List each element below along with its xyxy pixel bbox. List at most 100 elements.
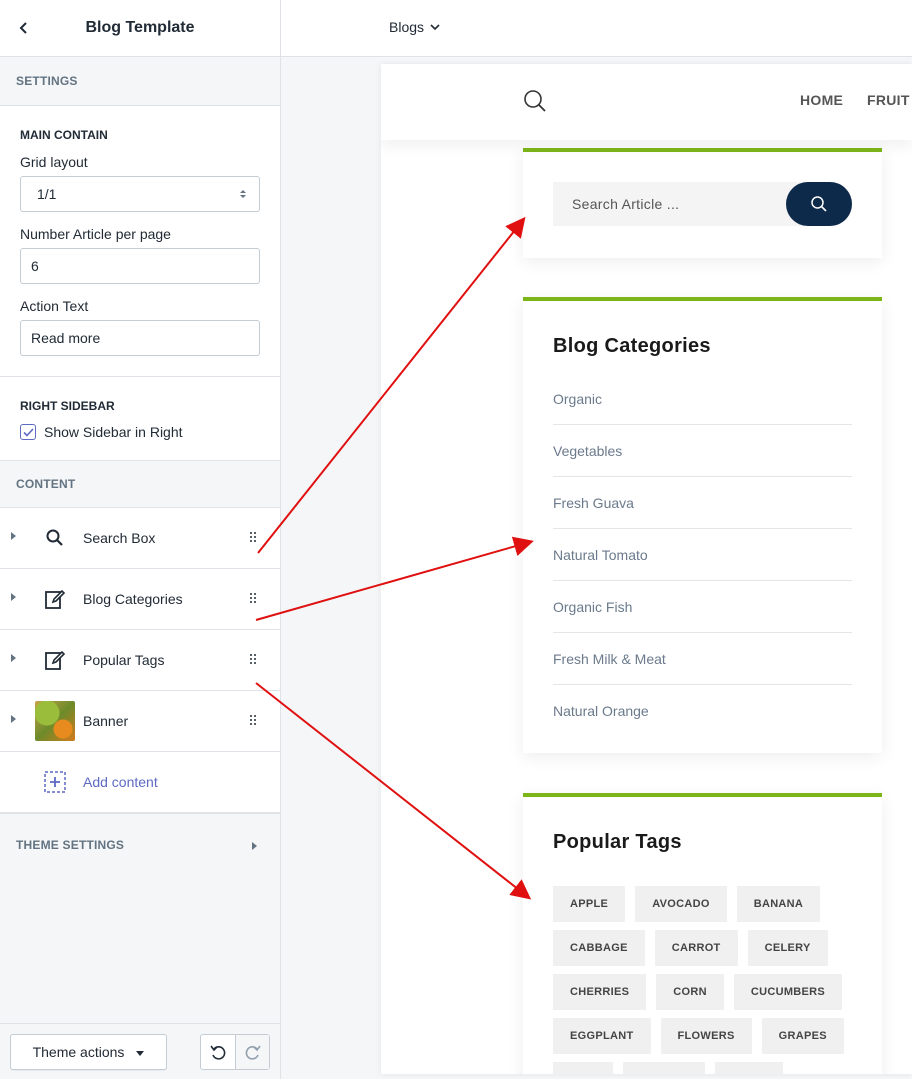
category-link[interactable]: Organic Fish [553, 581, 852, 633]
drag-handle-icon[interactable] [250, 654, 258, 666]
tag-chip[interactable]: APPLE [553, 886, 626, 922]
tag-chip-cut-off[interactable] [553, 1062, 613, 1074]
edit-icon [35, 640, 75, 680]
main-contain-card: MAIN CONTAIN Grid layout 1/1 Number Arti… [0, 105, 280, 377]
category-link[interactable]: Organic [553, 373, 852, 425]
tag-chip[interactable]: CABBAGE [553, 930, 645, 966]
show-sidebar-label: Show Sidebar in Right [44, 424, 183, 440]
page-selector-dropdown[interactable]: Blogs [389, 19, 440, 35]
category-link[interactable]: Natural Orange [553, 685, 852, 737]
tag-chip[interactable]: AVOCADO [635, 886, 727, 922]
show-sidebar-checkbox[interactable] [20, 424, 36, 440]
search-icon [811, 196, 827, 212]
expand-caret-icon[interactable] [11, 654, 16, 662]
tag-chip[interactable]: CHERRIES [553, 974, 647, 1010]
caret-down-icon [136, 1051, 145, 1056]
articles-per-page-label: Number Article per page [20, 226, 171, 242]
site-header: HOME FRUIT [381, 64, 912, 140]
tag-chip-cut-off[interactable] [715, 1062, 783, 1074]
chevron-left-icon [19, 22, 27, 34]
right-sidebar-card: RIGHT SIDEBAR Show Sidebar in Right [0, 377, 280, 461]
grid-layout-value: 1/1 [37, 186, 57, 202]
nav-link-fruit[interactable]: FRUIT [867, 92, 910, 108]
tag-chip[interactable]: CUCUMBERS [733, 974, 843, 1010]
right-sidebar-heading: RIGHT SIDEBAR [20, 399, 115, 413]
tag-cloud: APPLE AVOCADO BANANA CABBAGE CARROT CELE… [553, 886, 853, 1074]
redo-icon [245, 1045, 261, 1060]
undo-redo-group [200, 1034, 270, 1070]
category-link[interactable]: Vegetables [553, 425, 852, 477]
tag-chip-cut-off[interactable] [623, 1062, 705, 1074]
grid-layout-select[interactable]: 1/1 [20, 176, 260, 212]
article-search-input[interactable]: Search Article ... [553, 182, 852, 226]
search-icon [35, 518, 75, 558]
category-link[interactable]: Fresh Guava [553, 477, 852, 529]
theme-editor-sidebar: Blog Template SETTINGS MAIN CONTAIN Grid… [0, 0, 281, 1079]
banner-thumbnail [35, 701, 75, 741]
checkmark-icon [22, 427, 34, 437]
category-link[interactable]: Fresh Milk & Meat [553, 633, 852, 685]
articles-per-page-input[interactable]: 6 [20, 248, 260, 284]
content-item-label: Banner [83, 713, 129, 729]
template-title: Blog Template [85, 19, 195, 36]
preview-frame: HOME FRUIT Search Article ... Blog Categ… [381, 64, 912, 1074]
category-list: Organic Vegetables Fresh Guava Natural T… [553, 373, 852, 737]
sidebar-footer: Theme actions [0, 1023, 280, 1079]
select-arrows-icon [240, 190, 246, 198]
drag-handle-icon[interactable] [250, 593, 258, 605]
content-list: Search Box Blog Categories Popular Tags … [0, 507, 280, 813]
expand-caret-icon[interactable] [11, 532, 16, 540]
tag-chip[interactable]: FLOWERS [660, 1018, 752, 1054]
search-icon[interactable] [523, 89, 547, 118]
theme-actions-label: Theme actions [32, 1044, 125, 1060]
add-content-button[interactable]: Add content [0, 752, 280, 813]
expand-caret-icon[interactable] [11, 715, 16, 723]
tag-chip[interactable]: BANANA [736, 886, 821, 922]
undo-icon [210, 1045, 226, 1060]
content-item-label: Blog Categories [83, 591, 183, 607]
nav-link-home[interactable]: HOME [800, 92, 843, 108]
content-item-popular-tags[interactable]: Popular Tags [0, 630, 280, 691]
settings-section-title: SETTINGS [16, 74, 78, 88]
theme-settings-row[interactable]: THEME SETTINGS [0, 813, 280, 875]
tag-chip[interactable]: CELERY [747, 930, 828, 966]
content-section-title: CONTENT [16, 477, 76, 491]
theme-settings-title: THEME SETTINGS [16, 838, 125, 852]
content-item-blog-categories[interactable]: Blog Categories [0, 569, 280, 630]
categories-title: Blog Categories [553, 335, 711, 357]
chevron-down-icon [430, 23, 440, 30]
expand-caret-icon[interactable] [11, 593, 16, 601]
tag-chip[interactable]: CORN [656, 974, 724, 1010]
main-contain-heading: MAIN CONTAIN [20, 128, 108, 142]
drag-handle-icon[interactable] [250, 715, 258, 727]
redo-button[interactable] [235, 1035, 269, 1069]
content-item-banner[interactable]: Banner [0, 691, 280, 752]
content-item-search-box[interactable]: Search Box [0, 508, 280, 569]
add-section-icon [35, 762, 75, 802]
blog-categories-widget: Blog Categories Organic Vegetables Fresh… [523, 297, 882, 753]
tag-chip[interactable]: EGGPLANT [553, 1018, 651, 1054]
grid-layout-label: Grid layout [20, 154, 88, 170]
content-item-label: Popular Tags [83, 652, 165, 668]
action-text-label: Action Text [20, 298, 89, 314]
drag-handle-icon[interactable] [250, 532, 258, 544]
tags-title: Popular Tags [553, 831, 682, 853]
edit-icon [35, 579, 75, 619]
theme-actions-button[interactable]: Theme actions [10, 1034, 167, 1070]
undo-button[interactable] [201, 1035, 235, 1069]
popular-tags-widget: Popular Tags APPLE AVOCADO BANANA CABBAG… [523, 793, 882, 1074]
sidebar-header: Blog Template [0, 0, 280, 57]
search-placeholder: Search Article ... [572, 196, 680, 212]
add-content-label: Add content [83, 774, 158, 790]
back-button[interactable] [12, 16, 36, 40]
search-submit-button[interactable] [786, 182, 852, 226]
chevron-right-icon [252, 842, 257, 850]
content-item-label: Search Box [83, 530, 156, 546]
show-sidebar-option[interactable]: Show Sidebar in Right [20, 424, 260, 440]
tag-chip[interactable]: CARROT [654, 930, 738, 966]
search-widget: Search Article ... [523, 148, 882, 258]
category-link[interactable]: Natural Tomato [553, 529, 852, 581]
tag-chip[interactable]: GRAPES [761, 1018, 844, 1054]
action-text-input[interactable]: Read more [20, 320, 260, 356]
editor-topbar: Blogs [281, 0, 912, 57]
